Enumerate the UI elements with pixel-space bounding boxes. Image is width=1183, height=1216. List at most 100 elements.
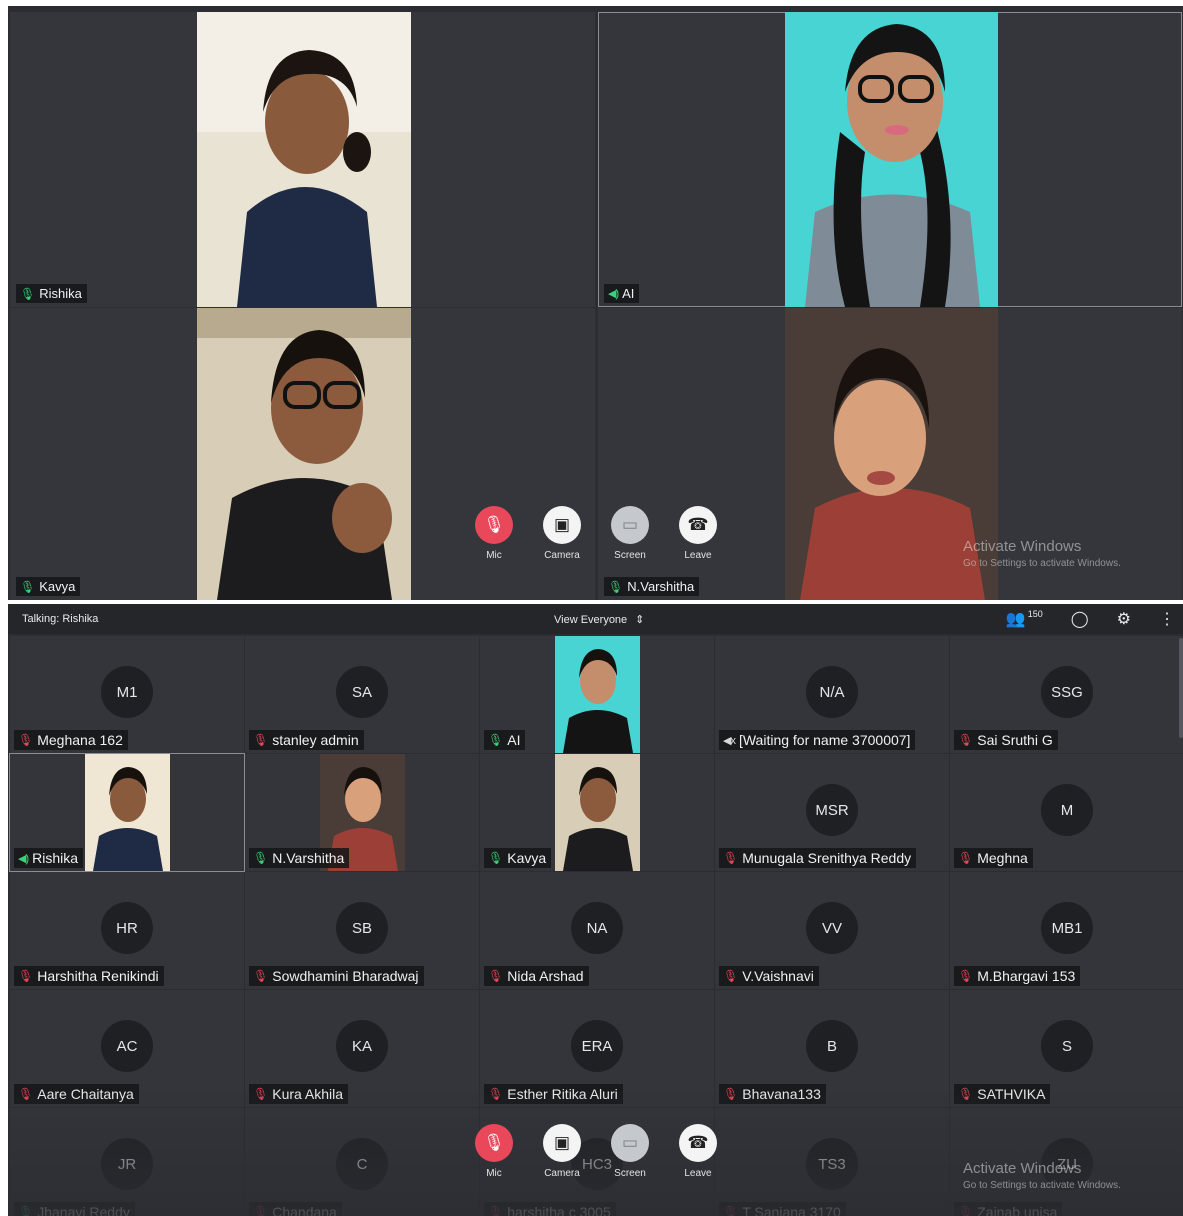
call-controls-overlay: 🎙 Mic ▣ Camera ▭ Screen ☎ Leave	[470, 1124, 722, 1179]
participant-cell[interactable]: TS3 🎙 T Sanjana 3170	[715, 1108, 949, 1216]
watermark-title: Activate Windows	[963, 1160, 1082, 1177]
camera-toggle-button[interactable]: ▣	[543, 506, 581, 544]
participant-cell[interactable]: MSR 🎙 Munugala Srenithya Reddy	[715, 754, 949, 871]
avatar: B	[806, 1020, 858, 1072]
participant-nametag: 🎙 Meghana 162	[14, 730, 128, 750]
participant-cell[interactable]: HR 🎙 Harshitha Renikindi	[10, 872, 244, 989]
participant-grid-panel: Talking: Rishika View Everyone ⇕ 👥 150 ◯…	[8, 604, 1183, 1216]
participant-nametag: 🎙 Aare Chaitanya	[14, 1084, 139, 1104]
screen-share-button[interactable]: ▭	[611, 506, 649, 544]
participants-icon: 👥	[1005, 611, 1026, 628]
participant-name: Jhanavi Reddy	[37, 1204, 130, 1216]
participant-cell[interactable]: JR 🎙 Jhanavi Reddy	[10, 1108, 244, 1216]
participant-nametag: 🎙 Sai Sruthi G	[954, 730, 1058, 750]
camera-toggle-button[interactable]: ▣	[543, 1124, 581, 1162]
participant-cell[interactable]: M 🎙 Meghna	[950, 754, 1183, 871]
leave-label: Leave	[684, 550, 712, 561]
screen-share-icon: ▭	[621, 1133, 639, 1152]
microphone-muted-icon: 🎙	[488, 1087, 504, 1101]
participant-nametag: 🎙 Chandana	[249, 1202, 342, 1216]
stage-tile-rishika[interactable]: 🎙 Rishika	[10, 12, 595, 307]
participant-cell[interactable]: SSG 🎙 Sai Sruthi G	[950, 636, 1183, 753]
chat-icon[interactable]: ◯	[1071, 609, 1089, 629]
stage-tile-ai[interactable]: ◀) AI	[598, 12, 1182, 307]
microphone-muted-icon: 🎙	[958, 1205, 974, 1216]
leave-call-button[interactable]: ☎	[679, 506, 717, 544]
participant-cell[interactable]: SA 🎙 stanley admin	[245, 636, 479, 753]
screen-label: Screen	[614, 550, 646, 561]
participant-cell[interactable]: N/A ◀x [Waiting for name 3700007]	[715, 636, 949, 753]
participant-cell[interactable]: MB1 🎙 M.Bhargavi 153	[950, 872, 1183, 989]
participant-name: stanley admin	[272, 732, 359, 748]
avatar: SSG	[1041, 666, 1093, 718]
microphone-muted-icon: 🎙	[488, 1205, 504, 1216]
activation-watermark: Activate Windows Go to Settings to activ…	[963, 1160, 1121, 1191]
participant-cell[interactable]: 🎙 AI	[480, 636, 714, 753]
participant-video	[197, 308, 411, 600]
microphone-on-icon: 🎙	[253, 851, 269, 865]
avatar: JR	[101, 1138, 153, 1190]
participant-name: N.Varshitha	[627, 579, 695, 594]
mic-toggle-button[interactable]: 🎙	[475, 1124, 513, 1162]
participant-cell[interactable]: S 🎙 SATHVIKA	[950, 990, 1183, 1107]
participant-cell[interactable]: AC 🎙 Aare Chaitanya	[10, 990, 244, 1107]
participant-name: Harshitha Renikindi	[37, 968, 159, 984]
microphone-muted-icon: 🎙	[253, 1205, 269, 1216]
participant-nametag: 🎙 Esther Ritika Aluri	[484, 1084, 623, 1104]
view-selector[interactable]: View Everyone ⇕	[554, 613, 645, 627]
participant-nametag: 🎙 AI	[484, 730, 526, 750]
microphone-muted-icon: 🎙	[958, 1087, 974, 1101]
microphone-muted-icon: 🎙	[18, 733, 34, 747]
participant-cell[interactable]: 🎙 N.Varshitha	[245, 754, 479, 871]
participant-cell[interactable]: SB 🎙 Sowdhamini Bharadwaj	[245, 872, 479, 989]
participant-cell[interactable]: KA 🎙 Kura Akhila	[245, 990, 479, 1107]
participant-name: SATHVIKA	[977, 1086, 1046, 1102]
participants-button[interactable]: 👥 150	[1006, 609, 1043, 629]
participant-nametag: 🎙 Rishika	[16, 284, 87, 303]
watermark-subtitle: Go to Settings to activate Windows.	[963, 558, 1121, 569]
participant-nametag: 🎙 M.Bhargavi 153	[954, 966, 1081, 986]
mic-label: Mic	[486, 1168, 502, 1179]
participant-nametag: 🎙 SATHVIKA	[954, 1084, 1051, 1104]
participant-cell[interactable]: ERA 🎙 Esther Ritika Aluri	[480, 990, 714, 1107]
avatar: MSR	[806, 784, 858, 836]
avatar: S	[1041, 1020, 1093, 1072]
screen-share-button[interactable]: ▭	[611, 1124, 649, 1162]
microphone-on-icon: 🎙	[20, 286, 36, 301]
microphone-muted-icon: 🎙	[488, 969, 504, 983]
microphone-muted-icon: 🎙	[723, 1205, 739, 1216]
participant-cell[interactable]: 🎙 Kavya	[480, 754, 714, 871]
sort-arrows-icon: ⇕	[635, 614, 645, 626]
more-options-icon[interactable]: ⋮	[1159, 609, 1175, 629]
participant-name: [Waiting for name 3700007]	[738, 732, 911, 748]
participant-nametag: 🎙 Kavya	[484, 848, 552, 868]
participant-nametag: 🎙 Harshitha Renikindi	[14, 966, 164, 986]
hang-up-icon: ☎	[687, 1133, 709, 1152]
participant-nametag: 🎙 V.Vaishnavi	[719, 966, 819, 986]
participant-cell[interactable]: M1 🎙 Meghana 162	[10, 636, 244, 753]
avatar: AC	[101, 1020, 153, 1072]
screen-control: ▭ Screen	[606, 506, 654, 561]
avatar: C	[336, 1138, 388, 1190]
watermark-subtitle: Go to Settings to activate Windows.	[963, 1180, 1121, 1191]
participant-name: Meghna	[977, 850, 1028, 866]
grid-scrollbar[interactable]	[1179, 638, 1183, 738]
participant-cell[interactable]: ◀) Rishika	[9, 753, 245, 872]
grid-toolbar: Talking: Rishika View Everyone ⇕ 👥 150 ◯…	[8, 604, 1183, 634]
participant-cell[interactable]: B 🎙 Bhavana133	[715, 990, 949, 1107]
participant-cell[interactable]: NA 🎙 Nida Arshad	[480, 872, 714, 989]
speaker-active-icon: ◀)	[608, 288, 619, 300]
participant-cell[interactable]: C 🎙 Chandana	[245, 1108, 479, 1216]
avatar: NA	[571, 902, 623, 954]
mic-toggle-button[interactable]: 🎙	[475, 506, 513, 544]
microphone-muted-icon: 🎙	[18, 969, 34, 983]
leave-call-button[interactable]: ☎	[679, 1124, 717, 1162]
participant-nametag: ◀) Rishika	[14, 848, 84, 868]
watermark-title: Activate Windows	[963, 538, 1082, 555]
mic-control: 🎙 Mic	[470, 506, 518, 561]
gear-icon[interactable]: ⚙	[1117, 609, 1131, 629]
avatar: MB1	[1041, 902, 1093, 954]
microphone-muted-icon: 🎙	[253, 733, 269, 747]
participant-cell[interactable]: VV 🎙 V.Vaishnavi	[715, 872, 949, 989]
toolbar-icons: 👥 150 ◯ ⚙ ⋮	[1006, 609, 1175, 629]
